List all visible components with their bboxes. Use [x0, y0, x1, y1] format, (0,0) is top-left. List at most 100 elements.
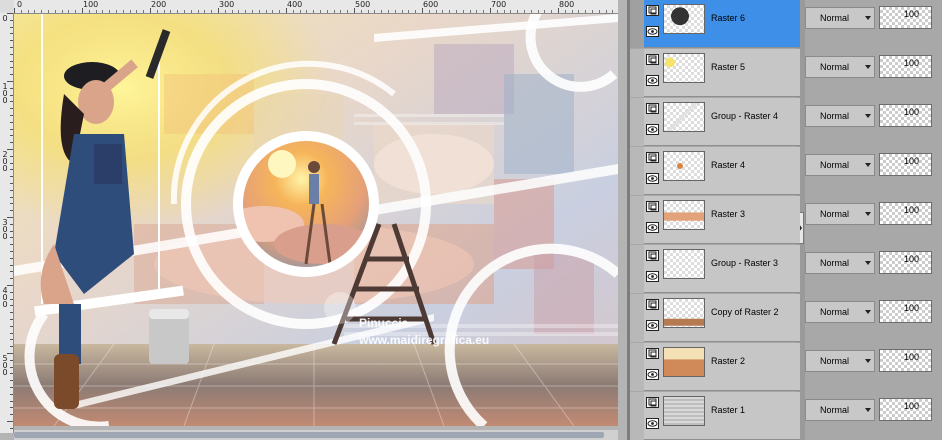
layer-thumbnail[interactable]: [663, 396, 705, 426]
opacity-field[interactable]: 100: [879, 349, 932, 372]
image-canvas[interactable]: Pinuccia www.maidiregrafica.eu: [14, 14, 618, 426]
opacity-field[interactable]: 100: [879, 300, 932, 323]
ruler-tick: [10, 291, 13, 293]
ruler-tick: [7, 421, 13, 422]
blend-mode-value: Normal: [820, 307, 850, 317]
ruler-tick: [10, 305, 13, 307]
layer-name[interactable]: Raster 2: [711, 356, 745, 366]
layer-row-gutter: [630, 196, 644, 244]
layer-row[interactable]: Raster 4: [630, 147, 800, 195]
blend-mode-value: Normal: [820, 13, 850, 23]
scrollbar-thumb[interactable]: [14, 432, 604, 438]
blend-mode-select[interactable]: Normal: [805, 7, 875, 29]
opacity-field[interactable]: 100: [879, 6, 932, 29]
eye-icon[interactable]: [646, 222, 659, 233]
ruler-label: 100: [2, 82, 8, 105]
eye-icon[interactable]: [646, 173, 659, 184]
layer-group-toggle-icon[interactable]: [646, 152, 659, 163]
layer-thumbnail[interactable]: [663, 4, 705, 34]
layer-name[interactable]: Raster 4: [711, 160, 745, 170]
eye-icon[interactable]: [646, 75, 659, 86]
layer-thumbnail[interactable]: [663, 151, 705, 181]
ruler-tick: [163, 10, 165, 13]
layer-group-toggle-icon[interactable]: [646, 5, 659, 16]
layer-group-toggle-icon[interactable]: [646, 348, 659, 359]
opacity-field[interactable]: 100: [879, 251, 932, 274]
layer-row[interactable]: Raster 3: [630, 196, 800, 244]
ruler-tick: [510, 10, 512, 13]
layer-name[interactable]: Group - Raster 4: [711, 111, 778, 121]
horizontal-scrollbar[interactable]: [14, 430, 618, 440]
eye-icon[interactable]: [646, 26, 659, 37]
layer-row[interactable]: Raster 6: [630, 0, 800, 48]
layer-group-toggle-icon[interactable]: [646, 201, 659, 212]
layer-row[interactable]: Raster 2: [630, 343, 800, 391]
ruler-tick: [68, 10, 70, 13]
canvas-area[interactable]: 0 100 200 300 400 500 600 700 800 0 100 …: [0, 0, 627, 440]
eye-icon[interactable]: [646, 271, 659, 282]
opacity-field[interactable]: 100: [879, 398, 932, 421]
blend-mode-select[interactable]: Normal: [805, 56, 875, 78]
layer-thumbnail[interactable]: [663, 53, 705, 83]
opacity-field[interactable]: 100: [879, 153, 932, 176]
layer-group-toggle-icon[interactable]: [646, 54, 659, 65]
blend-mode-select[interactable]: Normal: [805, 399, 875, 421]
layer-thumbnail[interactable]: [663, 249, 705, 279]
blend-mode-value: Normal: [820, 356, 850, 366]
blend-mode-select[interactable]: Normal: [805, 203, 875, 225]
layer-thumbnail[interactable]: [663, 102, 705, 132]
layer-name[interactable]: Raster 6: [711, 13, 745, 23]
layer-row[interactable]: Copy of Raster 2: [630, 294, 800, 342]
ruler-tick: [10, 264, 13, 266]
blend-mode-value: Normal: [820, 405, 850, 415]
ruler-label: 200: [151, 0, 167, 9]
eye-icon[interactable]: [646, 418, 659, 429]
blend-mode-select[interactable]: Normal: [805, 154, 875, 176]
layer-row[interactable]: Raster 5: [630, 49, 800, 97]
ruler-tick: [598, 10, 600, 13]
ruler-tick: [578, 10, 580, 13]
ruler-tick: [10, 115, 13, 116]
opacity-field[interactable]: 100: [879, 55, 932, 78]
ruler-tick: [10, 380, 13, 382]
ruler-tick: [558, 8, 559, 13]
ruler-tick: [10, 373, 13, 375]
layer-row-gutter: [630, 98, 644, 146]
opacity-field[interactable]: 100: [879, 202, 932, 225]
layer-row[interactable]: Raster 1: [630, 392, 800, 440]
layer-name[interactable]: Raster 3: [711, 209, 745, 219]
layer-group-toggle-icon[interactable]: [646, 299, 659, 310]
layer-group-toggle-icon[interactable]: [646, 250, 659, 261]
layer-name[interactable]: Copy of Raster 2: [711, 307, 779, 317]
layer-row[interactable]: Group - Raster 4: [630, 98, 800, 146]
blend-mode-select[interactable]: Normal: [805, 350, 875, 372]
layer-name[interactable]: Raster 5: [711, 62, 745, 72]
layer-group-toggle-icon[interactable]: [646, 103, 659, 114]
layer-name[interactable]: Group - Raster 3: [711, 258, 778, 268]
blend-mode-select[interactable]: Normal: [805, 105, 875, 127]
layer-thumbnail[interactable]: [663, 200, 705, 230]
layer-row[interactable]: Group - Raster 3: [630, 245, 800, 293]
ruler-tick: [517, 10, 519, 13]
eye-icon[interactable]: [646, 320, 659, 331]
ruler-tick: [469, 10, 471, 13]
horizontal-ruler[interactable]: 0 100 200 300 400 500 600 700 800: [14, 0, 618, 14]
layer-thumbnail[interactable]: [663, 298, 705, 328]
vertical-ruler[interactable]: 0 100 200 300 400 500: [0, 13, 14, 433]
ruler-tick: [10, 108, 13, 110]
opacity-field[interactable]: 100: [879, 104, 932, 127]
blend-mode-value: Normal: [820, 209, 850, 219]
layer-thumbnail[interactable]: [663, 347, 705, 377]
layer-name[interactable]: Raster 1: [711, 405, 745, 415]
ruler-tick: [143, 10, 145, 13]
blend-mode-select[interactable]: Normal: [805, 252, 875, 274]
eye-icon[interactable]: [646, 124, 659, 135]
layer-group-toggle-icon[interactable]: [646, 397, 659, 408]
ruler-tick: [204, 10, 206, 13]
ruler-tick: [476, 10, 478, 13]
ruler-tick: [408, 10, 410, 13]
eye-icon[interactable]: [646, 369, 659, 380]
blend-mode-select[interactable]: Normal: [805, 301, 875, 323]
opacity-value: 100: [903, 156, 919, 166]
opacity-value: 100: [903, 58, 919, 68]
